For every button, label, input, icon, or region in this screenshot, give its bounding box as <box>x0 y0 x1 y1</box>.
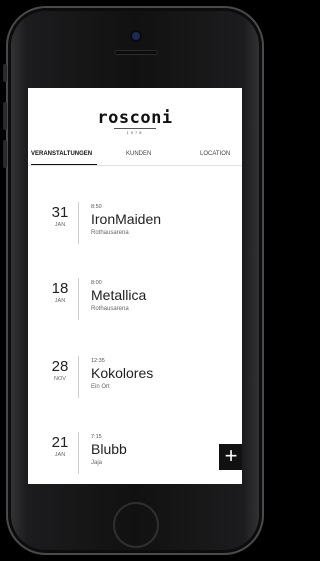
event-item[interactable]: 18 JAN 8:00 Metallica Rothausarena <box>28 278 242 332</box>
event-title: Kokolores <box>91 365 154 381</box>
tab-bar: VERANSTALTUNGEN KUNDEN LOCATION <box>28 148 242 166</box>
event-divider <box>78 356 79 398</box>
mute-switch <box>3 64 7 82</box>
volume-up-button <box>3 102 7 130</box>
event-location: Rothausarena <box>91 230 129 236</box>
event-divider <box>78 202 79 244</box>
front-camera-icon <box>132 32 140 40</box>
event-day: 28 <box>51 358 69 375</box>
event-month: JAN <box>54 222 66 228</box>
event-item[interactable]: 21 JAN 7:15 Blubb Jaja <box>28 432 242 484</box>
app-screen: rosconi 1978 VERANSTALTUNGEN KUNDEN LOCA… <box>28 88 242 484</box>
app-logo: rosconi <box>97 108 173 128</box>
tab-veranstaltungen[interactable]: VERANSTALTUNGEN <box>31 151 92 157</box>
event-title: Metallica <box>91 287 147 303</box>
event-location: Rothausarena <box>91 306 129 312</box>
earpiece-speaker <box>114 50 158 55</box>
event-location: Jaja <box>91 460 103 466</box>
add-event-button[interactable]: + <box>219 444 242 470</box>
event-divider <box>78 278 79 320</box>
event-time: 12:35 <box>91 358 105 364</box>
event-month: JAN <box>54 452 66 458</box>
logo-subtitle: 1978 <box>114 128 156 135</box>
event-item[interactable]: 28 NOV 12:35 Kokolores Ein Ort <box>28 356 242 410</box>
home-button[interactable] <box>113 502 159 548</box>
tab-location[interactable]: LOCATION <box>200 151 230 157</box>
event-month: NOV <box>54 376 66 382</box>
event-divider <box>78 432 79 474</box>
event-title: Blubb <box>91 441 127 457</box>
event-location: Ein Ort <box>91 384 110 390</box>
event-time: 7:15 <box>91 434 102 440</box>
event-day: 31 <box>51 204 69 221</box>
event-day: 18 <box>51 280 69 297</box>
event-time: 8:50 <box>91 204 102 210</box>
event-day: 21 <box>51 434 69 451</box>
event-item[interactable]: 31 JAN 8:50 IronMaiden Rothausarena <box>28 202 242 256</box>
volume-down-button <box>3 140 7 168</box>
tab-divider <box>28 165 242 166</box>
event-time: 8:00 <box>91 280 102 286</box>
event-month: JAN <box>54 298 66 304</box>
event-title: IronMaiden <box>91 211 162 227</box>
tab-kunden[interactable]: KUNDEN <box>126 151 151 157</box>
